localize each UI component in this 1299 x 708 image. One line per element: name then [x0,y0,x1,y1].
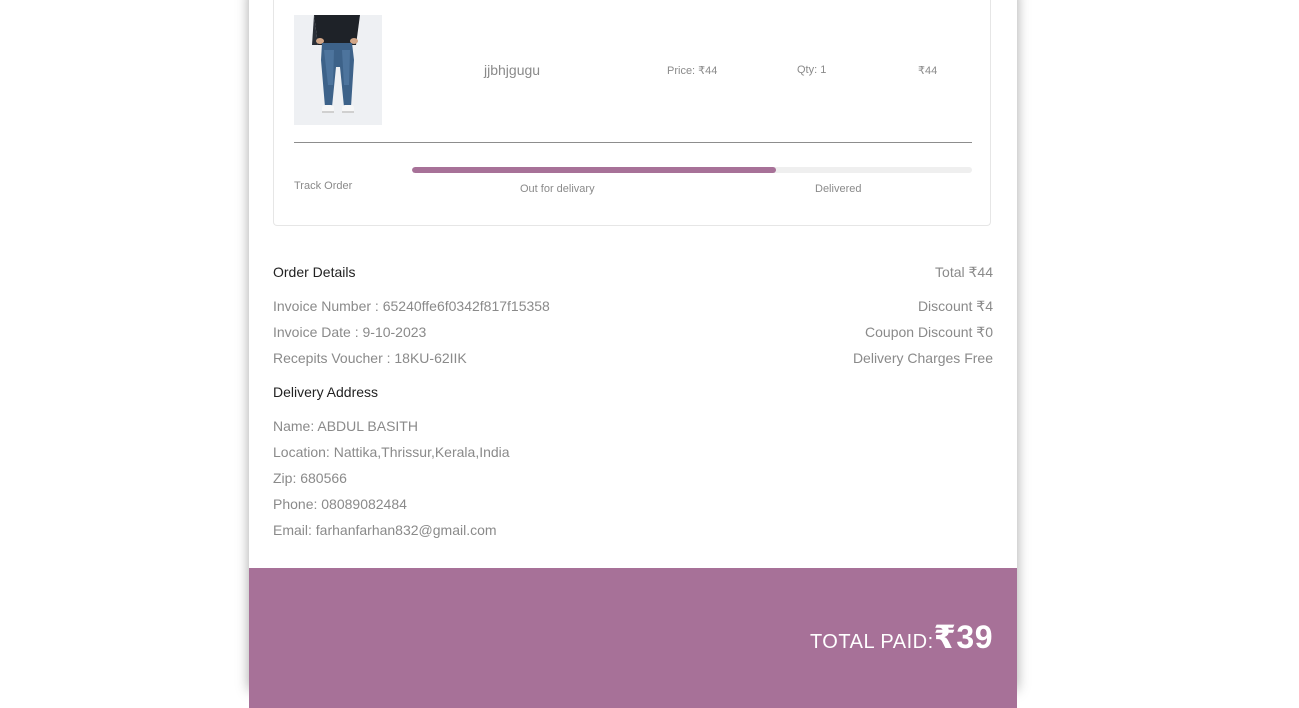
address-name: Name: ABDUL BASITH [273,418,418,434]
track-order-label: Track Order [294,180,353,192]
jeans-model-image [294,15,382,125]
total-paid-amount: ₹39 [933,619,993,655]
tracking-progress-bar [412,167,972,173]
divider [294,142,972,143]
invoice-date: Invoice Date : 9-10-2023 [273,324,427,340]
total-paid-banner: TOTAL PAID:₹39 [249,568,1017,708]
address-phone: Phone: 08089082484 [273,496,407,512]
tracking-progress-fill [412,167,776,173]
order-details-title: Order Details [273,264,356,280]
address-zip: Zip: 680566 [273,470,347,486]
stage-delivered: Delivered [815,183,862,195]
product-image [294,15,382,125]
discount: Discount ₹4 [917,298,993,314]
delivery-charges: Delivery Charges Free [852,350,993,366]
stage-out-for-delivery: Out for delivary [520,183,595,195]
address-location: Location: Nattika,Thrissur,Kerala,India [273,444,510,460]
invoice-number: Invoice Number : 65240ffe6f0342f817f1535… [273,298,550,314]
total-paid: TOTAL PAID:₹39 [810,618,993,656]
order-total: Total ₹44 [935,264,993,280]
product-name: jjbhjgugu [484,62,541,78]
invoice-card: jjbhjgugu Price: ₹44 Qty: 1 ₹44 Track Or… [249,0,1017,708]
address-email: Email: farhanfarhan832@gmail.com [273,522,497,538]
delivery-address-title: Delivery Address [273,384,379,400]
receipts-voucher: Recepits Voucher : 18KU-62IIK [273,350,467,366]
total-paid-label: TOTAL PAID: [809,631,934,653]
order-item-card: jjbhjgugu Price: ₹44 Qty: 1 ₹44 Track Or… [273,0,991,226]
coupon-discount: Coupon Discount ₹0 [865,324,993,340]
product-line-total: ₹44 [918,65,938,77]
product-quantity: Qty: 1 [797,64,827,76]
product-price: Price: ₹44 [667,65,718,77]
